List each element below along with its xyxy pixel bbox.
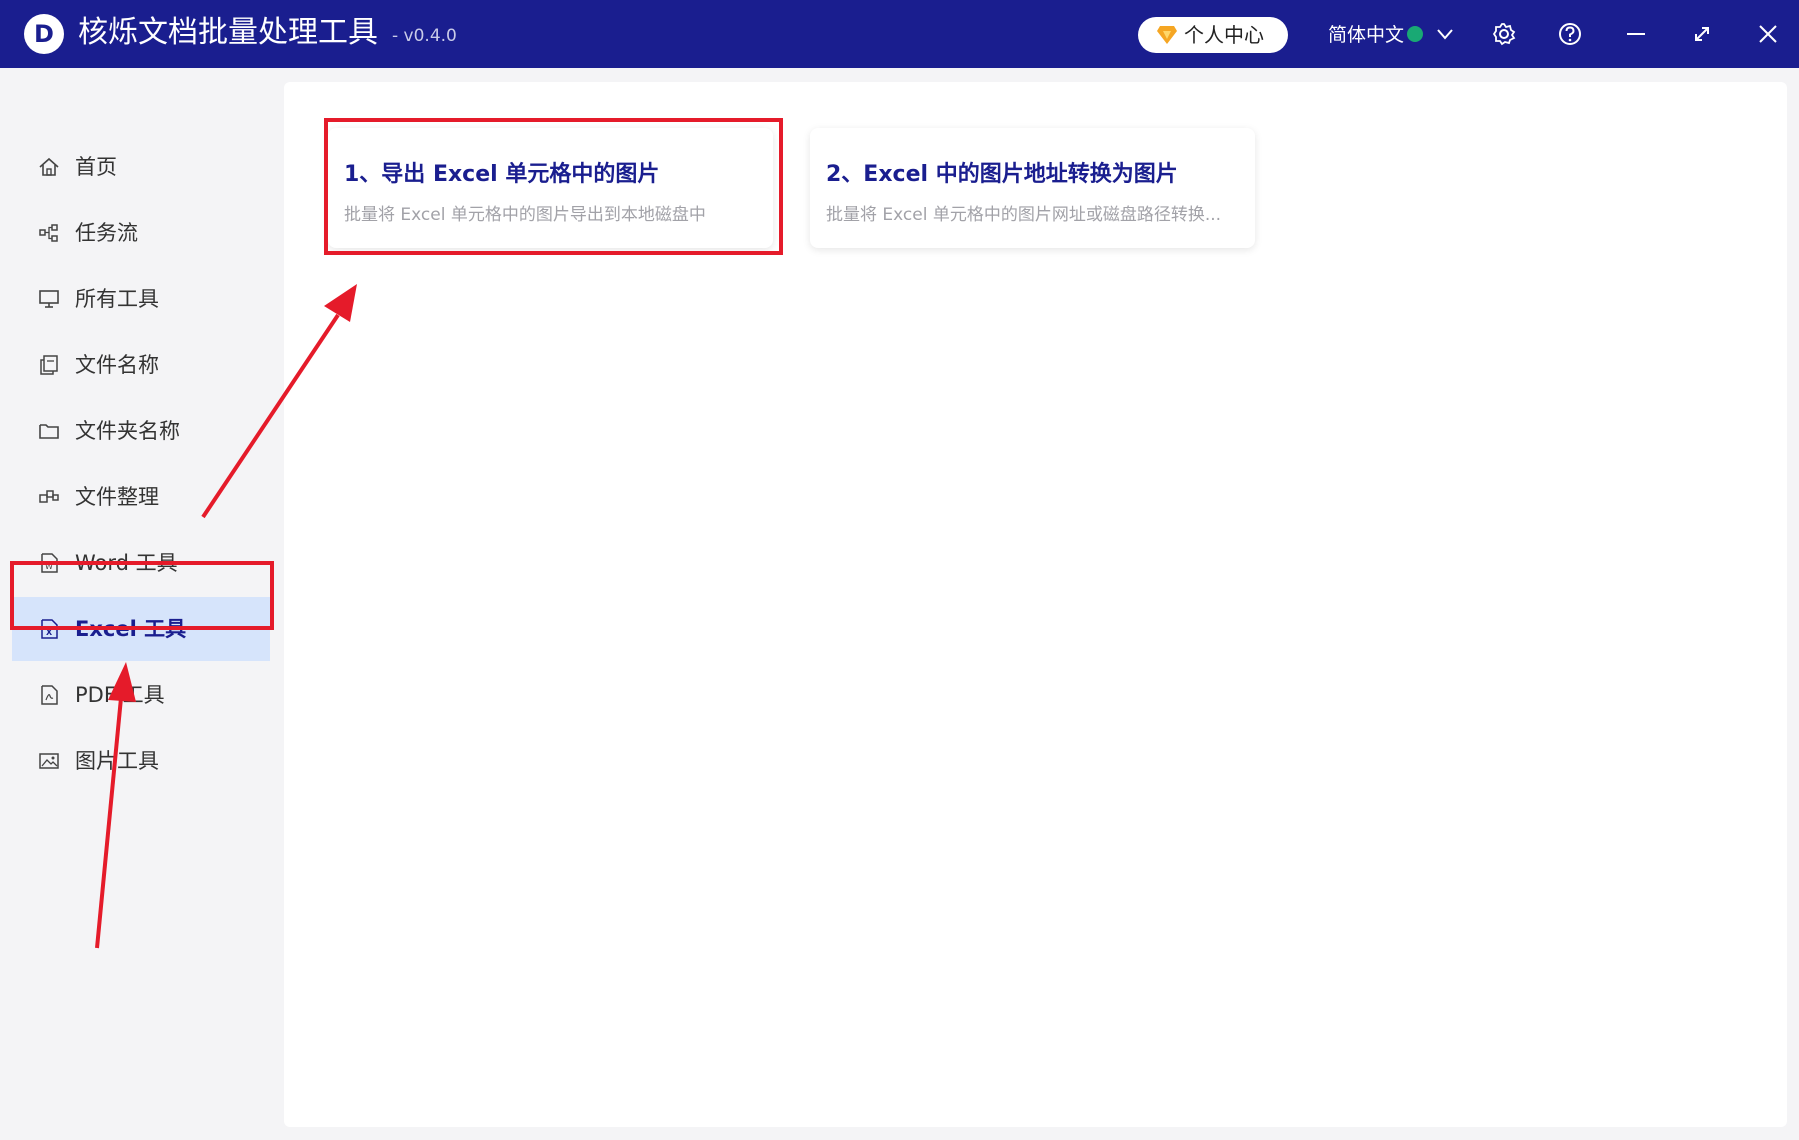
globe-icon [1407, 25, 1424, 42]
tool-card-title: 2、Excel 中的图片地址转换为图片 [826, 162, 1178, 187]
sidebar-item-label: 图片工具 [75, 749, 159, 773]
monitor-icon [38, 288, 60, 310]
organize-icon [38, 486, 60, 508]
sidebar-item-file-name[interactable]: 文件名称 [12, 333, 270, 397]
app-logo-letter: D [34, 20, 54, 48]
sidebar-item-label: 所有工具 [75, 287, 159, 311]
file-copy-icon [38, 354, 60, 376]
language-label: 简体中文 [1328, 24, 1405, 46]
sidebar-item-all-tools[interactable]: 所有工具 [12, 267, 270, 331]
personal-center-button[interactable]: 个人中心 [1138, 17, 1288, 53]
personal-center-label: 个人中心 [1184, 23, 1264, 47]
language-selector[interactable]: 简体中文 [1328, 18, 1424, 52]
sidebar-item-label: 任务流 [75, 221, 138, 245]
vip-gem-icon [1156, 25, 1178, 45]
maximize-icon[interactable] [1689, 21, 1715, 47]
tool-card-image-url-to-image[interactable]: 2、Excel 中的图片地址转换为图片 批量将 Excel 单元格中的图片网址或… [810, 128, 1255, 248]
app-title: 核烁文档批量处理工具 [78, 15, 378, 50]
sidebar-item-label: 文件整理 [75, 485, 159, 509]
sidebar-item-image-tools[interactable]: 图片工具 [12, 729, 270, 793]
app-logo: D [24, 14, 64, 54]
chevron-down-icon[interactable] [1432, 21, 1458, 47]
sidebar-item-label: 首页 [75, 155, 117, 179]
sidebar-item-pdf-tools[interactable]: PDF 工具 [12, 663, 270, 727]
app-version: - v0.4.0 [392, 26, 457, 46]
pdf-file-icon [38, 684, 60, 706]
title-bar: D 核烁文档批量处理工具 - v0.4.0 个人中心 简体中文 [0, 0, 1799, 68]
workflow-icon [38, 222, 60, 244]
close-icon[interactable] [1755, 21, 1781, 47]
folder-icon [38, 420, 60, 442]
sidebar-item-folder-name[interactable]: 文件夹名称 [12, 399, 270, 463]
help-icon[interactable] [1557, 21, 1583, 47]
image-icon [38, 750, 60, 772]
annotation-box-excel-tools [10, 561, 274, 630]
gear-icon[interactable] [1491, 21, 1517, 47]
minimize-icon[interactable] [1623, 21, 1649, 47]
sidebar-item-label: PDF 工具 [75, 683, 165, 707]
sidebar-item-label: 文件夹名称 [75, 419, 180, 443]
home-icon [38, 156, 60, 178]
sidebar-item-label: 文件名称 [75, 353, 159, 377]
tool-card-description: 批量将 Excel 单元格中的图片网址或磁盘路径转换... [826, 205, 1222, 225]
sidebar-item-file-organize[interactable]: 文件整理 [12, 465, 270, 529]
sidebar-item-workflow[interactable]: 任务流 [12, 201, 270, 265]
annotation-box-first-card [324, 118, 783, 255]
sidebar-item-home[interactable]: 首页 [12, 135, 270, 199]
